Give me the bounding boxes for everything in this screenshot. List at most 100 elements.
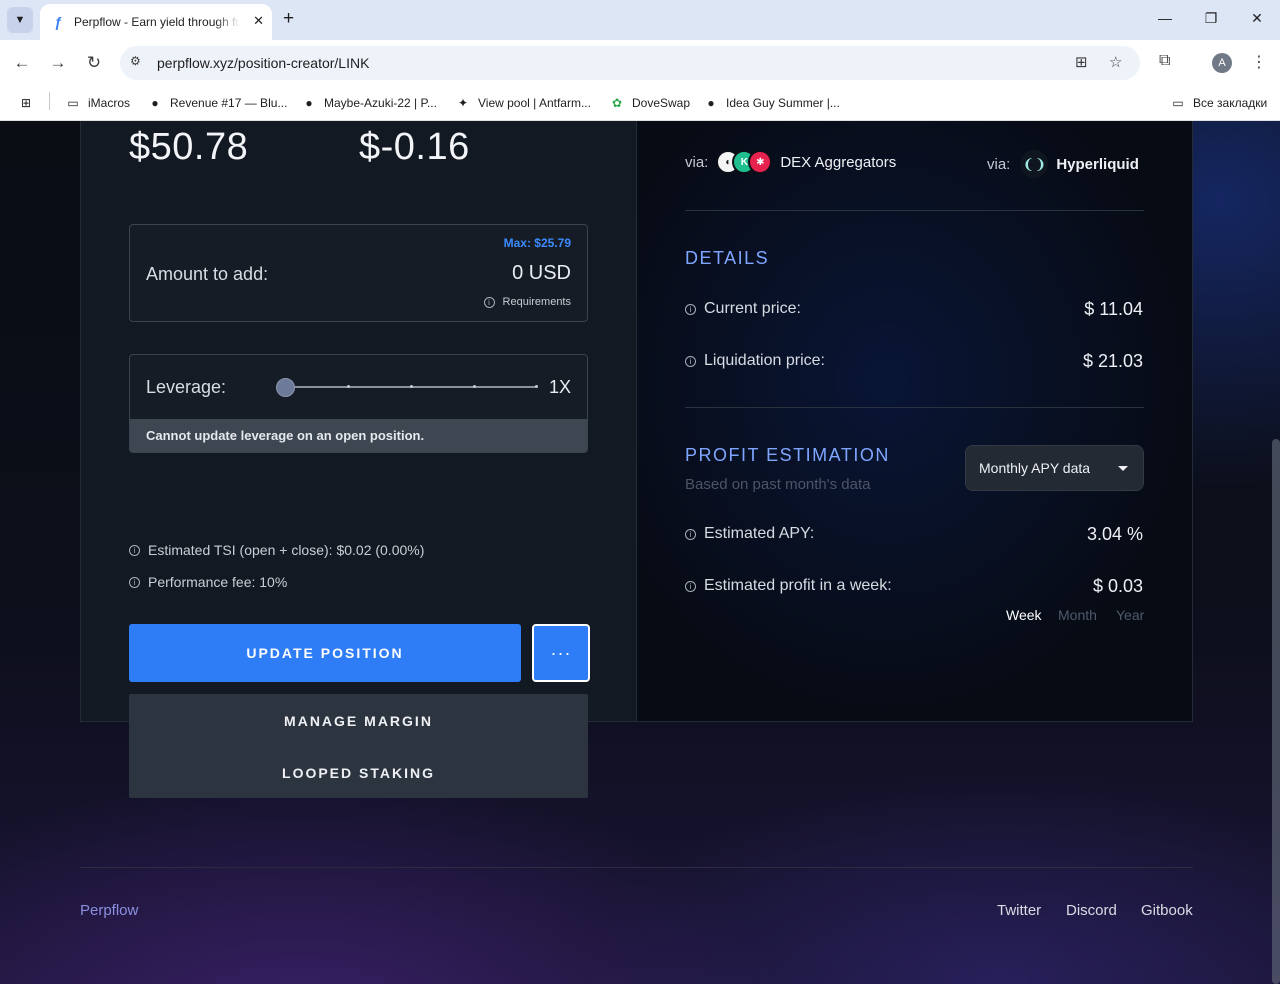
apy-data-select[interactable]: Monthly APY data xyxy=(965,445,1144,491)
slider-tick xyxy=(410,385,413,388)
leverage-box: Leverage: 1X Cannot update leverage on a… xyxy=(129,354,588,453)
slider-tick xyxy=(347,385,350,388)
via-hyperliquid: via: ❨❩ Hyperliquid xyxy=(987,150,1139,178)
bookmarks-bar: ⊞ ▭ iMacros ● Revenue #17 — Blu... ● Maybe-… xyxy=(0,86,1280,121)
tab-title: Perpflow - Earn yield through funding xyxy=(74,15,240,29)
more-options-button[interactable]: ··· xyxy=(532,624,590,682)
footer-brand[interactable]: Perpflow xyxy=(80,902,138,919)
caret-down-icon xyxy=(1118,466,1128,471)
window-close-icon[interactable]: ✕ xyxy=(1247,10,1267,27)
footer-link-gitbook[interactable]: Gitbook xyxy=(1141,902,1193,919)
details-panel: via: ◐ K ✱ DEX Aggregators via: ❨❩ Hyper… xyxy=(636,121,1193,722)
site-icon: ● xyxy=(707,96,715,110)
info-icon[interactable]: i xyxy=(685,528,696,540)
position-panel: $50.78 $-0.16 Max: $25.79 Amount to add:… xyxy=(80,121,637,722)
info-icon: i xyxy=(483,296,495,308)
footer-link-discord[interactable]: Discord xyxy=(1066,902,1117,919)
current-price-value: $ 11.04 xyxy=(1084,299,1143,319)
all-bookmarks[interactable]: ▭ Все закладки xyxy=(1170,93,1267,113)
browser-chrome: ▼ ƒ Perpflow - Earn yield through fundin… xyxy=(0,0,1280,121)
close-icon[interactable]: ✕ xyxy=(253,13,264,29)
url-text[interactable]: perpflow.xyz/position-creator/LINK xyxy=(157,55,369,71)
details-title: DETAILS xyxy=(685,248,770,268)
position-value: $50.78 xyxy=(129,126,249,168)
hyperliquid-logo-icon: ❨❩ xyxy=(1020,150,1049,178)
bookmark-antfarm[interactable]: ✦ View pool | Antfarm... xyxy=(455,93,591,113)
restore-icon[interactable]: ❐ xyxy=(1201,10,1221,27)
profit-estimation-title: PROFIT ESTIMATION xyxy=(685,445,890,465)
kebab-menu-icon[interactable]: ⋮ xyxy=(1251,52,1267,72)
site-icon: ● xyxy=(151,96,159,110)
perpflow-favicon-icon: ƒ xyxy=(54,14,62,30)
browser-toolbar: ← → ↻ ⚙ perpflow.xyz/position-creator/LI… xyxy=(0,40,1280,86)
liquidation-price-value: $ 21.03 xyxy=(1082,351,1143,371)
tab-strip: ▼ ƒ Perpflow - Earn yield through fundin… xyxy=(0,0,1280,40)
estimated-profit-label: i Estimated profit in a week: xyxy=(685,577,892,595)
leverage-slider-thumb[interactable] xyxy=(276,378,295,397)
bookmark-idea-guy[interactable]: ● Idea Guy Summer |... xyxy=(703,93,839,113)
back-icon[interactable]: ← xyxy=(11,52,33,74)
current-price-label: i Current price: xyxy=(685,300,801,318)
slider-tick xyxy=(473,385,476,388)
apps-icon[interactable]: ⊞ xyxy=(18,93,41,113)
site-info-icon[interactable]: ⚙ xyxy=(130,54,141,68)
venue-name: Hyperliquid xyxy=(1056,155,1139,173)
info-icon[interactable]: i xyxy=(685,303,696,315)
period-year[interactable]: Year xyxy=(1116,607,1144,623)
period-week[interactable]: Week xyxy=(1006,607,1042,623)
info-icon[interactable]: i xyxy=(685,355,696,367)
new-tab-button[interactable]: + xyxy=(283,9,294,29)
bookmark-azuki[interactable]: ● Maybe-Azuki-22 | P... xyxy=(301,93,437,113)
profit-estimation-subtitle: Based on past month's data xyxy=(685,476,871,493)
site-icon: ● xyxy=(305,96,313,110)
aggregator-logo-icon: ✱ xyxy=(748,150,773,174)
extensions-icon[interactable]: ⧉ xyxy=(1159,52,1170,70)
leverage-note: Cannot update leverage on an open positi… xyxy=(130,419,587,452)
tab-search-button[interactable]: ▼ xyxy=(7,7,33,33)
translate-icon[interactable]: ⊞ xyxy=(1075,53,1088,71)
site-icon: ✦ xyxy=(457,96,469,110)
bookmark-star-icon[interactable]: ☆ xyxy=(1109,53,1122,71)
page-scrollbar[interactable] xyxy=(1272,439,1280,984)
via-dex-aggregators: via: ◐ K ✱ DEX Aggregators xyxy=(685,150,896,174)
minimize-icon[interactable]: — xyxy=(1155,10,1175,26)
bookmark-doveswap[interactable]: ✿ DoveSwap xyxy=(609,93,690,113)
info-icon[interactable]: i xyxy=(129,576,140,588)
liquidation-price-label: i Liquidation price: xyxy=(685,352,825,370)
info-icon[interactable]: i xyxy=(685,580,696,592)
bookmark-revenue[interactable]: ● Revenue #17 — Blu... xyxy=(147,93,287,113)
position-pnl: $-0.16 xyxy=(359,126,470,168)
menu-item-looped-staking[interactable]: LOOPED STAKING xyxy=(129,765,588,781)
menu-item-manage-margin[interactable]: MANAGE MARGIN xyxy=(129,713,588,729)
leverage-slider-track[interactable] xyxy=(285,385,538,388)
divider xyxy=(685,407,1144,408)
avatar[interactable]: A xyxy=(1212,53,1232,73)
browser-tab[interactable]: ƒ Perpflow - Earn yield through funding … xyxy=(40,4,272,40)
divider xyxy=(685,210,1144,211)
venue-name: DEX Aggregators xyxy=(780,153,897,171)
reload-icon[interactable]: ↻ xyxy=(83,52,105,74)
amount-input[interactable]: 0 USD xyxy=(512,262,571,285)
amount-input-box[interactable]: Max: $25.79 Amount to add: 0 USD i Requir… xyxy=(129,224,588,322)
address-bar[interactable]: ⚙ perpflow.xyz/position-creator/LINK ⊞ ☆ xyxy=(120,46,1140,80)
leverage-label: Leverage: xyxy=(146,377,227,397)
bookmark-imacros[interactable]: ▭ iMacros xyxy=(65,93,130,113)
folder-icon: ▭ xyxy=(67,96,79,110)
forward-icon[interactable]: → xyxy=(47,52,69,74)
info-icon[interactable]: i xyxy=(129,544,140,556)
folder-icon: ▭ xyxy=(1172,96,1184,110)
update-position-button[interactable]: UPDATE POSITION xyxy=(129,624,521,682)
requirements-link[interactable]: i Requirements xyxy=(483,296,571,308)
amount-label: Amount to add: xyxy=(146,264,269,284)
footer-divider xyxy=(80,867,1193,868)
estimated-profit-value: $ 0.03 xyxy=(1092,576,1143,596)
more-options-menu: MANAGE MARGIN LOOPED STAKING xyxy=(129,694,588,798)
max-amount-link[interactable]: Max: $25.79 xyxy=(504,236,571,250)
page-content: $50.78 $-0.16 Max: $25.79 Amount to add:… xyxy=(0,121,1280,984)
footer-link-twitter[interactable]: Twitter xyxy=(997,902,1041,919)
chevron-down-icon: ▼ xyxy=(14,14,26,26)
estimated-apy-label: i Estimated APY: xyxy=(685,525,814,543)
period-month[interactable]: Month xyxy=(1058,607,1097,623)
estimated-tsi: i Estimated TSI (open + close): $0.02 (0.… xyxy=(129,542,424,558)
site-icon: ✿ xyxy=(611,96,623,110)
